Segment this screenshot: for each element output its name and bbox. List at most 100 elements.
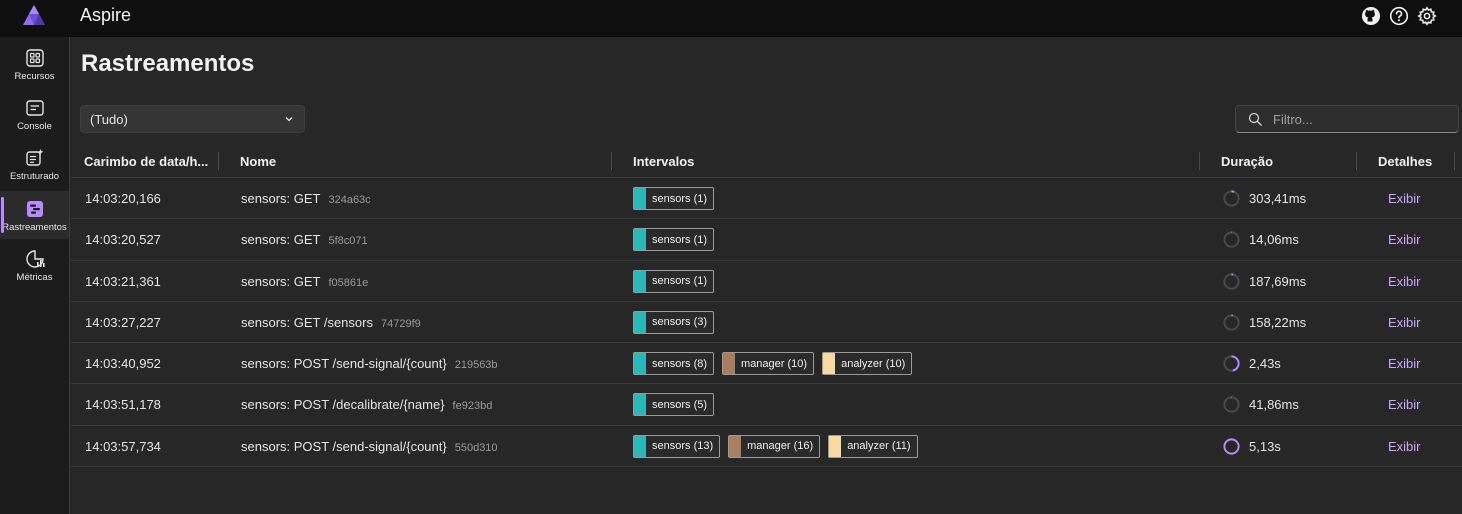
trace-id: fe923bd [452,400,493,413]
spans-cell: sensors (1) [633,269,715,293]
view-details-link[interactable]: Exibir [1388,439,1421,454]
duration-ring-icon [1223,396,1240,414]
column-divider[interactable] [218,152,219,170]
spans-cell: sensors (5) [633,393,715,417]
search-input[interactable] [1273,110,1453,128]
duration-ring-icon [1223,190,1240,207]
trace-name: sensors: GET [241,191,321,206]
duration-ring-icon [1223,231,1240,248]
color-swatch [634,188,646,209]
spans-cell: sensors (8) manager (10) analyzer (10) [633,352,913,376]
timestamp-cell: 14:03:57,734 [85,438,161,454]
help-icon[interactable] [1389,6,1409,26]
sidebar-item-label: Métricas [16,272,53,283]
traces-icon [26,201,43,217]
name-cell: sensors: GET f05861e [241,274,368,289]
duration-cell: 187,69ms [1222,272,1306,291]
color-swatch [634,435,646,457]
color-swatch [729,435,742,457]
span-label: sensors (8) [652,357,708,370]
color-swatch [634,394,646,416]
color-swatch [634,311,646,333]
table-row[interactable]: 14:03:57,734 sensors: POST /send-signal/{… [71,426,1462,468]
timestamp-cell: 14:03:20,527 [85,232,161,248]
column-divider[interactable] [1454,152,1455,170]
span-label: sensors (1) [652,233,708,246]
color-swatch [823,353,836,375]
span-label: sensors (1) [652,275,708,288]
sidebar-item-estruturado[interactable]: Estruturado [0,140,69,188]
span-label: manager (16) [747,440,814,453]
duration-value: 303,41ms [1249,191,1307,206]
name-cell: sensors: POST /send-signal/{count} 219563… [241,356,498,371]
span-badge-sensors: sensors (1) [633,269,715,293]
view-details-link[interactable]: Exibir [1388,356,1421,371]
color-swatch [829,435,842,457]
name-cell: sensors: POST /send-signal/{count} 550d31… [241,439,498,454]
sidebar-item-label: Rastreamentos [2,222,67,233]
console-icon [25,100,44,116]
name-cell: sensors: POST /decalibrate/{name} fe923bd [241,397,492,412]
resource-filter-select[interactable]: (Tudo) [80,105,305,133]
sidebar-item-console[interactable]: Console [0,90,69,138]
name-cell: sensors: GET 5f8c071 [241,232,368,247]
duration-cell: 5,13s [1222,437,1281,456]
span-badge-sensors: sensors (5) [633,393,715,417]
search-icon [1248,112,1262,126]
view-details-link[interactable]: Exibir [1388,232,1421,247]
sidebar: Recursos Console Estruturado Rastreament… [0,37,70,514]
duration-ring-icon [1223,314,1240,331]
header-timestamp[interactable]: Carimbo de data/h... [84,154,208,169]
span-label: sensors (1) [652,192,708,205]
span-label: manager (10) [741,357,808,370]
settings-icon[interactable] [1417,6,1437,26]
column-divider[interactable] [1199,152,1200,170]
metrics-icon [25,250,45,268]
color-swatch [634,229,646,251]
duration-ring-icon [1223,355,1240,372]
span-badge-manager: manager (16) [728,434,821,458]
sidebar-item-label: Console [17,121,52,132]
trace-id: 324a63c [328,194,371,206]
span-label: analyzer (10) [841,357,906,370]
span-badge-sensors: sensors (1) [633,187,715,210]
duration-value: 2,43s [1249,356,1281,372]
table-row[interactable]: 14:03:40,952 sensors: POST /send-signal/{… [71,343,1462,385]
top-bar: Aspire [0,0,1462,37]
table-row[interactable]: 14:03:20,166 sensors: GET 324a63c sensors (… [71,178,1462,220]
table-row[interactable]: 14:03:20,527 sensors: GET 5f8c071 sensors (… [71,219,1462,261]
github-icon[interactable] [1361,6,1381,26]
column-divider[interactable] [611,152,612,170]
table-header: Carimbo de data/h... Nome Intervalos Dur… [71,145,1462,178]
aspire-logo-icon[interactable] [22,4,46,26]
table-row[interactable]: 14:03:51,178 sensors: POST /decalibrate/{… [71,384,1462,426]
sidebar-item-metricas[interactable]: Métricas [0,241,69,289]
sidebar-item-rastreamentos[interactable]: Rastreamentos [0,191,69,239]
table-row[interactable]: 14:03:27,227 sensors: GET /sensors 74729f9… [71,302,1462,344]
header-name[interactable]: Nome [240,154,276,169]
span-badge-sensors: sensors (3) [633,310,715,334]
header-spans[interactable]: Intervalos [633,154,694,169]
view-details-link[interactable]: Exibir [1388,315,1421,330]
search-box [1235,105,1459,133]
trace-id: 550d310 [454,441,498,454]
header-duration[interactable]: Duração [1221,154,1273,169]
table-row[interactable]: 14:03:21,361 sensors: GET f05861e sensors (… [71,261,1462,302]
color-swatch [634,353,646,375]
duration-value: 41,86ms [1249,397,1299,413]
sidebar-item-recursos[interactable]: Recursos [0,40,69,88]
span-badge-sensors: sensors (13) [633,434,721,458]
sidebar-item-label: Recursos [14,71,55,82]
timestamp-cell: 14:03:40,952 [85,356,161,372]
trace-id: 74729f9 [380,317,421,330]
view-details-link[interactable]: Exibir [1388,397,1421,412]
column-divider[interactable] [1356,152,1357,170]
span-badge-sensors: sensors (8) [633,352,715,376]
view-details-link[interactable]: Exibir [1388,191,1421,206]
header-details: Detalhes [1378,154,1433,169]
duration-cell: 41,86ms [1222,395,1299,414]
duration-cell: 158,22ms [1222,313,1306,332]
name-cell: sensors: GET /sensors 74729f9 [241,315,421,330]
view-details-link[interactable]: Exibir [1388,274,1421,289]
spans-cell: sensors (1) [633,228,715,252]
